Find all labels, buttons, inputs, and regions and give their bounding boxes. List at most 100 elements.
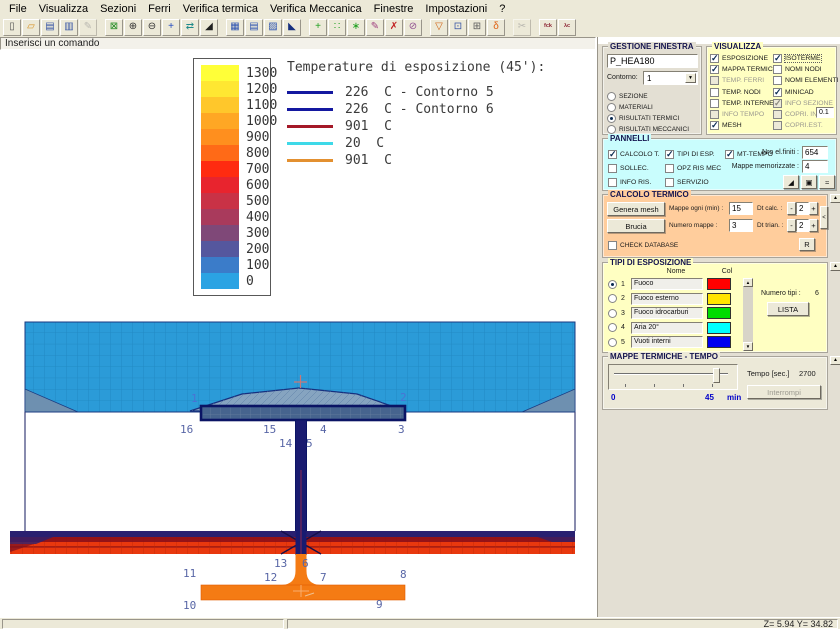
- interrompi-button[interactable]: Interrompi: [747, 385, 821, 399]
- slider-thumb[interactable]: [713, 368, 720, 383]
- exposure-name-field[interactable]: Fuoco: [631, 278, 703, 290]
- map-nodes-button[interactable]: ▤: [245, 19, 263, 36]
- options-check-button[interactable]: ⊡: [449, 19, 467, 36]
- generate-points-button[interactable]: ∗: [347, 19, 365, 36]
- check-esposizione[interactable]: ESPOSIZIONE: [710, 53, 777, 64]
- check-temp-nodi[interactable]: TEMP. NODI: [710, 87, 777, 98]
- material-bucket-button[interactable]: ▽: [430, 19, 448, 36]
- radio-risultati-termici[interactable]: RISULTATI TERMICI: [607, 114, 679, 123]
- check-servizio[interactable]: SERVIZIO: [665, 175, 721, 189]
- exposure-color-swatch[interactable]: [707, 278, 731, 290]
- scroll-down-icon[interactable]: ▼: [743, 342, 753, 351]
- exposure-name-field[interactable]: Fuoco idrocarburi: [631, 307, 703, 319]
- refresh-button[interactable]: ⇄: [181, 19, 199, 36]
- exposure-radio[interactable]: [608, 338, 617, 347]
- add-node-button[interactable]: +: [309, 19, 327, 36]
- pan-button[interactable]: +: [162, 19, 180, 36]
- check-nomi-nodi[interactable]: NOMI NODI: [773, 64, 839, 75]
- exposure-radio[interactable]: [608, 323, 617, 332]
- save-as-button[interactable]: ▥: [60, 19, 78, 36]
- exposure-type-row[interactable]: 1Fuoco: [603, 277, 743, 292]
- exposure-type-row[interactable]: 3Fuoco idrocarburi: [603, 306, 743, 321]
- command-input[interactable]: Inserisci un comando: [0, 37, 596, 50]
- move-points-button[interactable]: ⊘: [404, 19, 422, 36]
- exposure-type-row[interactable]: 4Aria 20°: [603, 321, 743, 336]
- check-isoterme[interactable]: ISOTERME: [773, 53, 839, 64]
- exposure-color-swatch[interactable]: [707, 293, 731, 305]
- map-fill-button[interactable]: ◣: [283, 19, 301, 36]
- add-points-button[interactable]: ∷: [328, 19, 346, 36]
- tipi-collapse-button[interactable]: ▲: [830, 262, 840, 271]
- dt-calc-plus-button[interactable]: +: [809, 202, 818, 215]
- check-sollec[interactable]: SOLLEC.: [608, 161, 660, 175]
- check-mappa-termica[interactable]: MAPPA TERMICA: [710, 64, 777, 75]
- zoom-in-button[interactable]: ⊕: [124, 19, 142, 36]
- collapse-left-button[interactable]: <: [820, 206, 828, 229]
- exposure-type-row[interactable]: 5Vuoti interni: [603, 335, 743, 350]
- edit-points-button[interactable]: ✎: [366, 19, 384, 36]
- exposure-radio[interactable]: [608, 309, 617, 318]
- exposure-name-field[interactable]: Fuoco esterno: [631, 293, 703, 305]
- exposure-radio[interactable]: [608, 280, 617, 289]
- lista-button[interactable]: LISTA: [767, 302, 809, 316]
- snapshot-button[interactable]: ▣: [801, 175, 817, 189]
- edit-sheet-button[interactable]: ✎: [79, 19, 97, 36]
- menu-impostazioni[interactable]: Impostazioni: [419, 2, 493, 16]
- tipi-scrollbar[interactable]: ▲ ▼: [743, 278, 753, 351]
- exposure-color-swatch[interactable]: [707, 322, 731, 334]
- exposure-name-field[interactable]: Aria 20°: [631, 322, 703, 334]
- menu-verifica-meccanica[interactable]: Verifica Meccanica: [264, 2, 368, 16]
- plot-button[interactable]: ≈: [819, 175, 835, 189]
- check-tipi-di-esp[interactable]: TIPI DI ESP.: [665, 147, 721, 161]
- exposure-color-swatch[interactable]: [707, 307, 731, 319]
- zoom-out-button[interactable]: ⊖: [143, 19, 161, 36]
- mappe-collapse-button[interactable]: ▲: [830, 356, 840, 365]
- menu-finestre[interactable]: Finestre: [368, 2, 420, 16]
- check-opz-ris-mec[interactable]: OPZ RIS MEC: [665, 161, 721, 175]
- open-folder-button[interactable]: ▱: [22, 19, 40, 36]
- dt-trian-minus-button[interactable]: -: [787, 219, 796, 232]
- formula-lambda-button[interactable]: λc: [558, 19, 576, 36]
- map-elements-button[interactable]: ▨: [264, 19, 282, 36]
- contorno-select[interactable]: 1 ▼: [643, 71, 698, 85]
- mappe-ogni-input[interactable]: 15: [729, 202, 753, 215]
- save-button[interactable]: ▤: [41, 19, 59, 36]
- menu-verifica-termica[interactable]: Verifica termica: [177, 2, 264, 16]
- exposure-color-swatch[interactable]: [707, 336, 731, 348]
- numero-mappe-input[interactable]: 3: [729, 219, 753, 232]
- table-grid-button[interactable]: ⊞: [468, 19, 486, 36]
- check-temp-interne[interactable]: TEMP. INTERNE: [710, 98, 777, 109]
- radio-materiali[interactable]: MATERIALI: [607, 103, 653, 112]
- genera-mesh-button[interactable]: Genera mesh: [607, 202, 665, 216]
- finestra-name-input[interactable]: [607, 54, 698, 68]
- menu-sezioni[interactable]: Sezioni: [94, 2, 142, 16]
- formula-fck-button[interactable]: fck: [539, 19, 557, 36]
- delete-points-button[interactable]: ✗: [385, 19, 403, 36]
- copri-int-input[interactable]: 0.1: [816, 107, 834, 118]
- dt-trian-plus-button[interactable]: +: [809, 219, 818, 232]
- map-mesh-button[interactable]: ▦: [226, 19, 244, 36]
- chevron-down-icon[interactable]: ▼: [685, 73, 696, 83]
- calcolo-collapse-button[interactable]: ▲: [830, 194, 840, 203]
- exposure-name-field[interactable]: Vuoti interni: [631, 336, 703, 348]
- radio-risultati-meccanici[interactable]: RISULTATI MECCANICI: [607, 125, 689, 134]
- check-mesh[interactable]: MESH: [710, 120, 777, 131]
- shade-button[interactable]: ◢: [200, 19, 218, 36]
- menu-file[interactable]: File: [3, 2, 33, 16]
- scroll-up-icon[interactable]: ▲: [743, 278, 753, 287]
- radio-sezione[interactable]: SEZIONE: [607, 92, 648, 101]
- exposure-type-row[interactable]: 2Fuoco esterno: [603, 292, 743, 307]
- dt-calc-minus-button[interactable]: -: [787, 202, 796, 215]
- drawing-canvas[interactable]: 1300120011001000900800700600500400300200…: [0, 50, 597, 617]
- menu-ferri[interactable]: Ferri: [142, 2, 177, 16]
- time-slider[interactable]: [608, 364, 738, 390]
- zoom-extents-button[interactable]: ⊠: [105, 19, 123, 36]
- menu-visualizza[interactable]: Visualizza: [33, 2, 94, 16]
- fire-curve-button[interactable]: δ: [487, 19, 505, 36]
- new-file-button[interactable]: ▯: [3, 19, 21, 36]
- cut-tool-button[interactable]: ✂: [513, 19, 531, 36]
- check-minicad[interactable]: MINICAD: [773, 87, 839, 98]
- check-nomi-elementi[interactable]: NOMI ELEMENTI: [773, 75, 839, 86]
- brucia-button[interactable]: Brucia: [607, 219, 665, 233]
- r-button[interactable]: R: [799, 238, 815, 251]
